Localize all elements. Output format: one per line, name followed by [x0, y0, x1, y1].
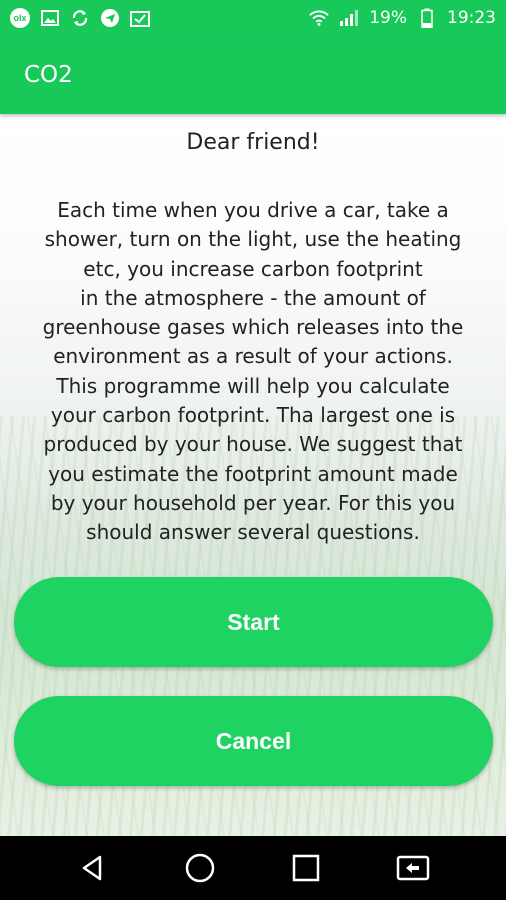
- battery-percent: 19%: [369, 8, 407, 28]
- clock: 19:23: [447, 8, 496, 28]
- intro-text: Each time when you drive a car, take a s…: [14, 196, 492, 548]
- app-title: CO2: [24, 62, 73, 88]
- signal-icon: [339, 8, 359, 28]
- intro-line: environment as a result of your actions.: [53, 344, 453, 369]
- intro-line: should answer several questions.: [86, 520, 420, 545]
- sync-icon: [70, 8, 90, 28]
- wifi-icon: [309, 8, 329, 28]
- status-bar: olx 19% 19:23: [0, 0, 506, 36]
- gallery-icon: [40, 8, 60, 28]
- cancel-button[interactable]: Cancel: [14, 696, 493, 786]
- telegram-icon: [100, 8, 120, 28]
- status-left-icons: olx: [10, 8, 150, 28]
- recents-icon[interactable]: [281, 843, 331, 893]
- app-bar: CO2: [0, 36, 506, 114]
- intro-line: etc, you increase carbon footprint: [83, 256, 423, 281]
- olx-icon: olx: [10, 8, 30, 28]
- home-icon[interactable]: [175, 843, 225, 893]
- back-icon[interactable]: [68, 843, 118, 893]
- intro-line: you estimate the footprint amount made: [48, 461, 458, 486]
- screen-cast-icon[interactable]: [388, 843, 438, 893]
- intro-line: Each time when you drive a car, take a: [57, 198, 449, 222]
- main-content: Dear friend! Each time when you drive a …: [0, 114, 506, 836]
- start-button[interactable]: Start: [14, 577, 493, 667]
- intro-line: greenhouse gases which releases into the: [42, 315, 464, 340]
- greeting-heading: Dear friend!: [186, 130, 320, 155]
- intro-line: produced by your house. We suggest that: [43, 432, 463, 457]
- photo-check-icon: [130, 8, 150, 28]
- intro-line: your carbon footprint. Tha largest one i…: [50, 403, 456, 428]
- status-right-icons: 19% 19:23: [309, 8, 496, 28]
- navigation-bar: [0, 836, 506, 900]
- battery-icon: [417, 8, 437, 28]
- intro-line: This programme will help you calculate: [56, 373, 450, 398]
- intro-line: shower, turn on the light, use the heati…: [44, 227, 462, 252]
- intro-line: in the atmosphere - the amount of: [80, 285, 426, 310]
- intro-line: by your household per year. For this you: [50, 490, 456, 515]
